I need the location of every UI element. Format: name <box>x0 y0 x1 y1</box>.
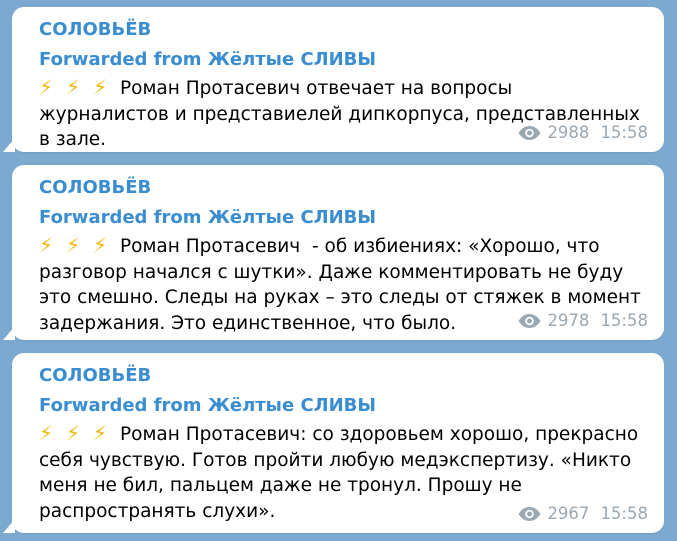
message-meta: 2978 15:58 <box>517 311 648 331</box>
lightning-icon: ⚡ <box>66 233 81 257</box>
message-meta: 2988 15:58 <box>517 123 648 143</box>
bubble-tail <box>3 519 15 533</box>
message-bubble[interactable]: СОЛОВЬЁВ Forwarded from Жёлтые СЛИВЫ ⚡ ⚡ ⚡… <box>3 7 664 152</box>
lightning-icon: ⚡ <box>66 75 81 99</box>
view-count: 2978 <box>547 311 590 330</box>
eye-icon <box>518 314 541 328</box>
eye-icon <box>518 507 541 521</box>
message-time: 15:58 <box>600 504 648 523</box>
forward-source-name[interactable]: Жёлтые СЛИВЫ <box>208 207 376 228</box>
message-time: 15:58 <box>600 311 648 330</box>
forwarded-from-label: Forwarded from <box>39 395 202 416</box>
channel-name[interactable]: СОЛОВЬЁВ <box>39 17 648 43</box>
message-meta: 2967 15:58 <box>517 504 648 524</box>
lightning-icon: ⚡ <box>66 421 81 445</box>
lightning-icon: ⚡ <box>39 421 54 445</box>
lightning-icon: ⚡ <box>93 233 108 257</box>
forwarded-from-label: Forwarded from <box>39 207 202 228</box>
forward-source-name[interactable]: Жёлтые СЛИВЫ <box>208 395 376 416</box>
message-bubble[interactable]: СОЛОВЬЁВ Forwarded from Жёлтые СЛИВЫ ⚡ ⚡ ⚡… <box>3 165 664 340</box>
message-time: 15:58 <box>600 123 648 142</box>
lightning-icon: ⚡ <box>39 233 54 257</box>
forwarded-from-header[interactable]: Forwarded from Жёлтые СЛИВЫ <box>39 393 648 421</box>
view-count: 2988 <box>547 123 590 142</box>
channel-name[interactable]: СОЛОВЬЁВ <box>39 363 648 389</box>
forwarded-from-header[interactable]: Forwarded from Жёлтые СЛИВЫ <box>39 205 648 233</box>
forward-source-name[interactable]: Жёлтые СЛИВЫ <box>208 49 376 70</box>
view-count: 2967 <box>547 504 590 523</box>
eye-icon <box>518 126 541 140</box>
lightning-icon: ⚡ <box>93 75 108 99</box>
message-bubble[interactable]: СОЛОВЬЁВ Forwarded from Жёлтые СЛИВЫ ⚡ ⚡ ⚡… <box>3 353 664 533</box>
bubble-tail <box>3 326 15 340</box>
forwarded-from-header[interactable]: Forwarded from Жёлтые СЛИВЫ <box>39 47 648 75</box>
lightning-icon: ⚡ <box>39 75 54 99</box>
lightning-icon: ⚡ <box>93 421 108 445</box>
forwarded-from-label: Forwarded from <box>39 49 202 70</box>
bubble-tail <box>3 138 15 152</box>
message-feed[interactable]: СОЛОВЬЁВ Forwarded from Жёлтые СЛИВЫ ⚡ ⚡ ⚡… <box>0 0 677 541</box>
channel-name[interactable]: СОЛОВЬЁВ <box>39 175 648 201</box>
